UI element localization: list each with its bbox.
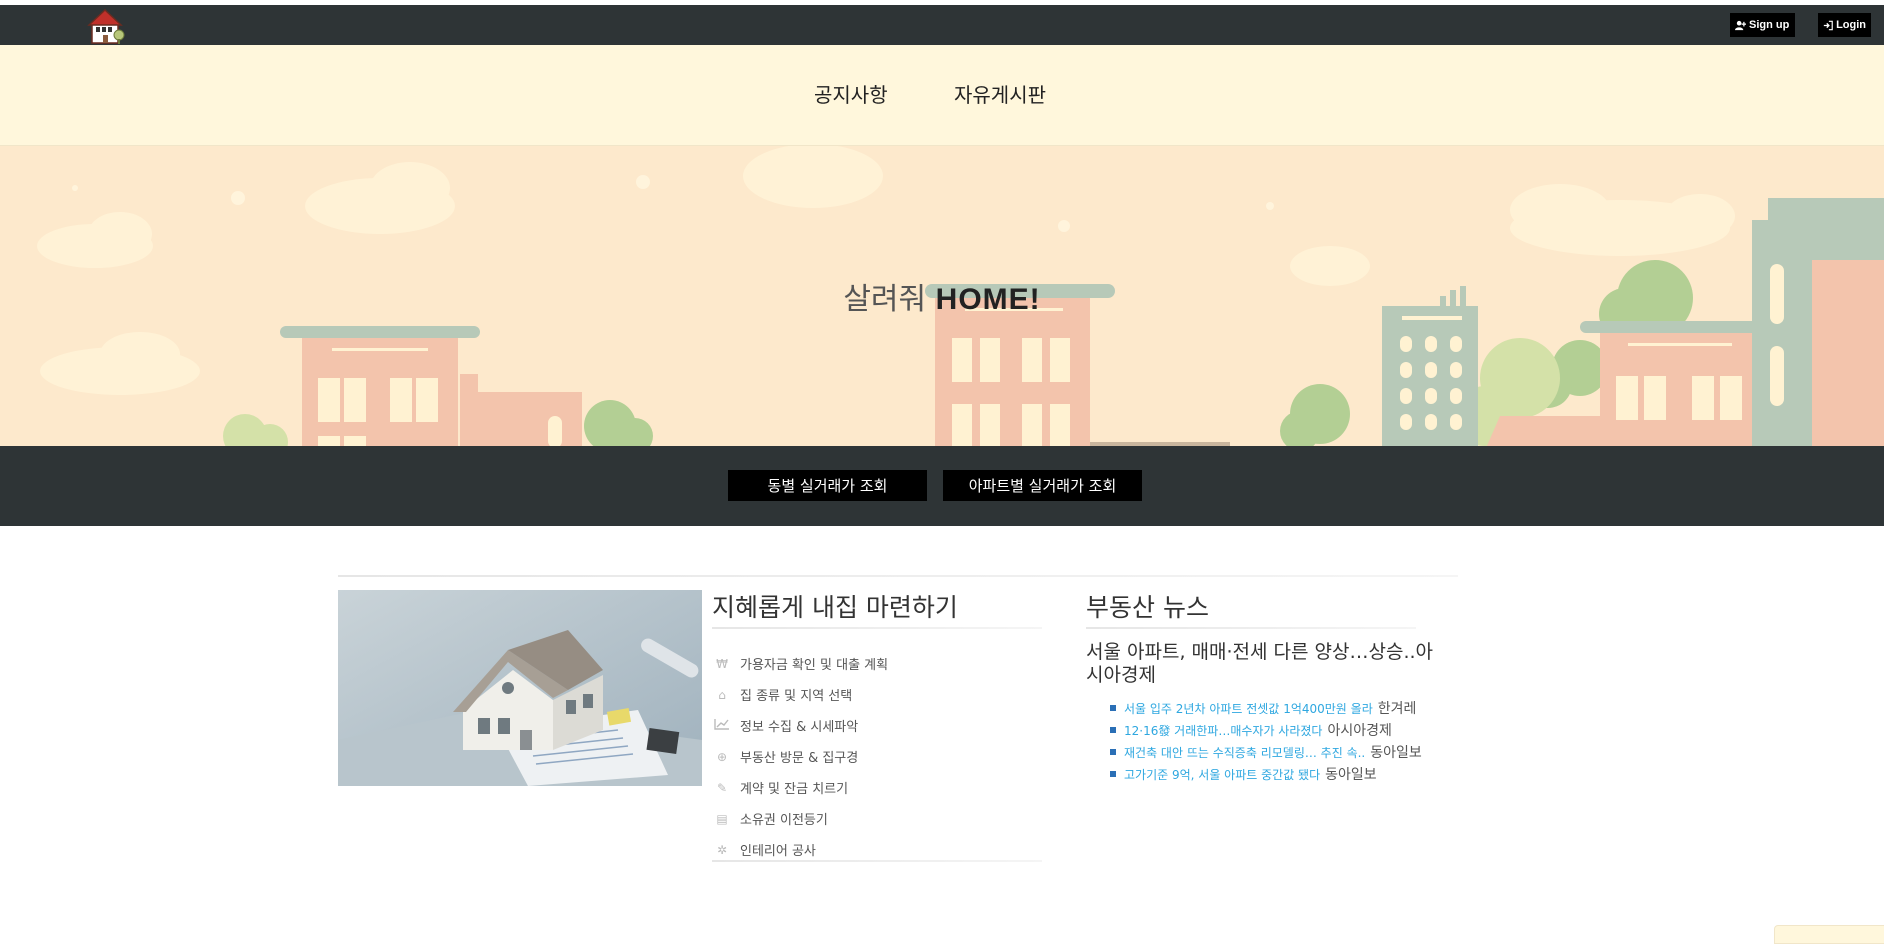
search-plus-icon: ⊕ [716,749,728,764]
login-button[interactable]: Login [1818,13,1871,37]
bullet-icon [1110,705,1116,711]
apt-price-button[interactable]: 아파트별 실거래가 조회 [943,470,1142,501]
guide-step-label: 집 종류 및 지역 선택 [740,689,853,704]
news-source: 동아일보 [1370,745,1422,761]
guide-steps: ₩ 가용자금 확인 및 대출 계획 ⌂ 집 종류 및 지역 선택 정보 수집 & 시… [712,648,888,865]
news-item: 12·16發 거래한파…매수자가 사라졌다 아시아경제 [1110,719,1422,741]
bullet-icon [1110,771,1116,777]
news-source: 동아일보 [1325,767,1377,783]
guide-step-label: 인테리어 공사 [740,844,816,859]
user-plus-icon [1735,20,1746,30]
dong-price-button[interactable]: 동별 실거래가 조회 [728,470,927,501]
guide-step-label: 소유권 이전등기 [740,813,828,828]
won-icon: ₩ [716,656,728,671]
news-title: 부동산 뉴스 [1086,593,1209,622]
gear-icon: ✲ [716,842,728,857]
news-link[interactable]: 12·16發 거래한파…매수자가 사라졌다 [1124,722,1322,739]
guide-step-label: 정보 수집 & 시세파악 [740,720,859,735]
top-bar: Sign up Login [0,5,1884,45]
chart-line-icon [712,718,732,733]
guide-step: ⊕ 부동산 방문 & 집구경 [712,741,888,772]
news-source: 아시아경제 [1327,723,1392,739]
guide-step-label: 계약 및 잔금 치르기 [740,782,849,797]
login-label: Login [1836,19,1866,31]
file-icon: ▤ [716,811,728,826]
guide-step: 정보 수집 & 시세파악 [712,710,888,741]
search-band: 동별 실거래가 조회 아파트별 실거래가 조회 [0,446,1884,526]
guide-step: ▤ 소유권 이전등기 [712,803,888,834]
nav-notice[interactable]: 공지사항 [814,79,888,108]
news-item: 재건축 대안 뜨는 수직증축 리모델링… 추진 속.. 동아일보 [1110,741,1422,763]
guide-step: ⌂ 집 종류 및 지역 선택 [712,679,888,710]
footer-corner [1774,925,1884,944]
news-headline[interactable]: 서울 아파트, 매매·전세 다른 양상…상승..아시아경제 [1086,641,1446,687]
bullet-icon [1110,749,1116,755]
news-link[interactable]: 고가기준 9억, 서울 아파트 중간값 됐다 [1124,766,1320,783]
signup-label: Sign up [1749,19,1790,31]
hero-title-prefix: 살려줘 [843,282,927,317]
guide-title: 지혜롭게 내집 마련하기 [712,593,958,622]
news-divider [1086,627,1416,629]
guide-step-label: 가용자금 확인 및 대출 계획 [740,658,889,673]
nav-free-board[interactable]: 자유게시판 [954,79,1046,108]
news-link[interactable]: 재건축 대안 뜨는 수직증축 리모델링… 추진 속.. [1124,744,1365,761]
hero-banner: 살려줘 HOME! [0,146,1884,446]
pencil-icon: ✎ [716,780,728,795]
guide-step: ✎ 계약 및 잔금 치르기 [712,772,888,803]
signup-button[interactable]: Sign up [1730,13,1795,37]
guide-step: ₩ 가용자금 확인 및 대출 계획 [712,648,888,679]
house-logo-icon[interactable] [86,5,130,45]
guide-divider [712,627,1042,629]
hero-title-emphasis: HOME! [935,283,1041,316]
news-link[interactable]: 서울 입주 2년차 아파트 전셋값 1억400만원 올라 [1124,700,1373,717]
home-icon: ⌂ [718,687,726,702]
news-list: 서울 입주 2년차 아파트 전셋값 1억400만원 올라 한겨레 12·16發 거… [1110,697,1422,785]
sign-in-icon [1823,20,1833,30]
content-divider [338,575,1458,577]
news-item: 고가기준 9억, 서울 아파트 중간값 됐다 동아일보 [1110,763,1422,785]
news-source: 한겨레 [1377,701,1417,717]
hero-title: 살려줘 HOME! [0,274,1884,318]
house-model-image [338,590,702,786]
news-item: 서울 입주 2년차 아파트 전셋값 1억400만원 올라 한겨레 [1110,697,1422,719]
guide-bottom-divider [712,860,1042,862]
bullet-icon [1110,727,1116,733]
guide-step-label: 부동산 방문 & 집구경 [740,751,859,766]
main-nav: 공지사항 자유게시판 [0,45,1884,146]
